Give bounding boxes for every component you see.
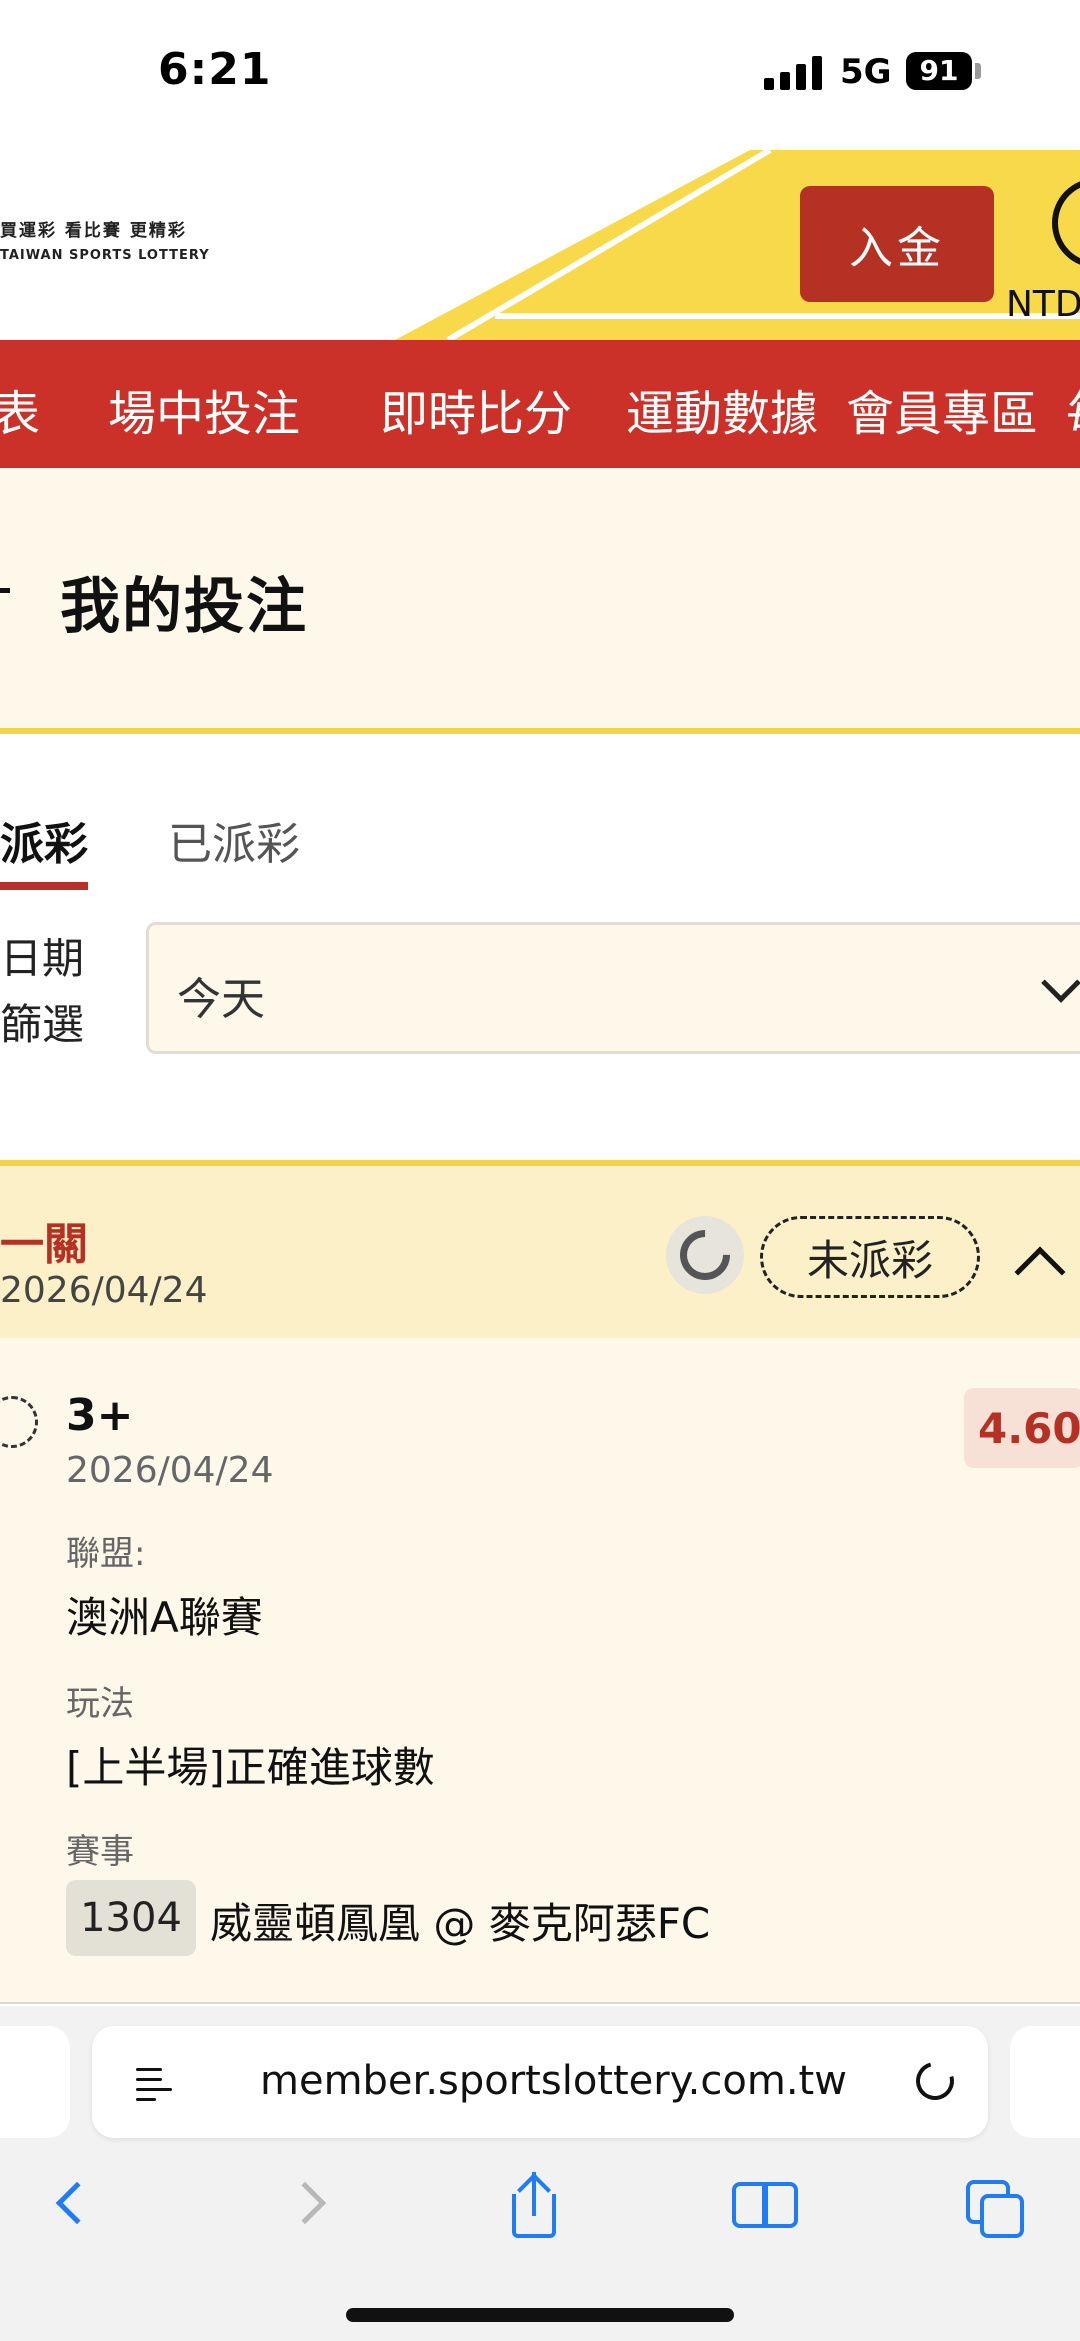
date-filter-select[interactable]: 今天 bbox=[146, 922, 1080, 1054]
chevron-down-icon bbox=[1041, 963, 1080, 1003]
share-button[interactable] bbox=[494, 2172, 574, 2242]
logo-slogan: 買運彩 看比賽 更精彩 bbox=[0, 221, 187, 241]
pick-status-icon bbox=[0, 1396, 38, 1448]
forward-button[interactable] bbox=[276, 2172, 356, 2242]
pick-date: 2026/04/24 bbox=[66, 1450, 274, 1491]
tab-unsettled[interactable]: 派彩 bbox=[0, 808, 88, 872]
bet-card-header[interactable]: 一關 2026/04/24 未派彩 bbox=[0, 1160, 1080, 1338]
cellular-signal-icon bbox=[764, 56, 824, 90]
forward-chevron-icon bbox=[283, 2181, 327, 2225]
bookmarks-icon-right bbox=[764, 2182, 798, 2228]
page-title: 我的投注 bbox=[60, 572, 308, 642]
status-badge: 未派彩 bbox=[760, 1216, 980, 1298]
deposit-button[interactable]: 入金 bbox=[800, 186, 994, 302]
match-id-badge: 1304 bbox=[66, 1880, 196, 1956]
status-bar: 6:21 5G 91 bbox=[0, 0, 1080, 150]
odds-badge: 4.60 bbox=[964, 1388, 1080, 1468]
league-label: 聯盟: bbox=[66, 1534, 146, 1574]
previous-tab-preview[interactable] bbox=[0, 2026, 70, 2138]
bookmarks-button[interactable] bbox=[726, 2172, 806, 2242]
back-icon[interactable] bbox=[0, 588, 10, 593]
status-time: 6:21 bbox=[158, 44, 272, 95]
bet-type: 一關 bbox=[0, 1219, 88, 1270]
network-type: 5G bbox=[840, 52, 892, 92]
market-value: [上半場]正確進球數 bbox=[66, 1743, 435, 1792]
nav-item-live-score[interactable]: 即時比分 bbox=[380, 374, 572, 444]
logo-english: TAIWAN SPORTS LOTTERY bbox=[0, 248, 210, 263]
tab-settled[interactable]: 已派彩 bbox=[168, 808, 300, 872]
back-button[interactable] bbox=[36, 2172, 116, 2242]
bookmarks-icon bbox=[732, 2182, 766, 2228]
bet-date: 2026/04/24 bbox=[0, 1270, 208, 1311]
active-tab-indicator bbox=[0, 882, 88, 890]
browser-toolbar: member.sportslottery.com.tw bbox=[0, 2006, 1080, 2341]
tabs-icon-front bbox=[980, 2194, 1024, 2238]
address-bar[interactable]: member.sportslottery.com.tw bbox=[92, 2026, 988, 2138]
nav-item-live-betting[interactable]: 場中投注 bbox=[108, 374, 300, 444]
pick-selection: 3+ bbox=[66, 1390, 134, 1441]
bet-card-body: 3+ 2026/04/24 4.60 聯盟: 澳洲A聯賽 玩法 [上半場]正確進… bbox=[0, 1338, 1080, 2004]
next-tab-preview[interactable] bbox=[1010, 2026, 1080, 2138]
refresh-button[interactable] bbox=[666, 1216, 744, 1294]
url-text: member.sportslottery.com.tw bbox=[260, 2058, 847, 2104]
site-header: 買運彩 看比賽 更精彩 TAIWAN SPORTS LOTTERY 入金 NTD bbox=[0, 150, 1080, 340]
back-chevron-icon bbox=[55, 2181, 99, 2225]
currency-label: NTD bbox=[1006, 284, 1080, 325]
nav-item-member-area[interactable]: 會員專區 bbox=[846, 374, 1038, 444]
match-name: 威靈頓鳳凰 @ 麥克阿瑟FC bbox=[210, 1899, 711, 1948]
tabs-button[interactable] bbox=[956, 2172, 1036, 2242]
market-label: 玩法 bbox=[66, 1684, 134, 1724]
match-label: 賽事 bbox=[66, 1832, 134, 1872]
league-value: 澳洲A聯賽 bbox=[66, 1593, 263, 1642]
date-filter-label: 日期 篩選 bbox=[0, 926, 84, 1058]
nav-item-more[interactable]: 毎 bbox=[1066, 374, 1080, 444]
date-filter-label-line2: 篩選 bbox=[0, 1000, 85, 1049]
chevron-up-icon[interactable] bbox=[1014, 1246, 1066, 1298]
date-filter-label-line1: 日期 bbox=[0, 934, 85, 983]
nav-item-schedule[interactable]: 表 bbox=[0, 374, 40, 444]
nav-item-sports-data[interactable]: 運動數據 bbox=[626, 374, 818, 444]
battery-tip bbox=[975, 63, 981, 79]
page-title-area: 我的投注 bbox=[0, 468, 1080, 734]
home-indicator[interactable] bbox=[346, 2308, 734, 2322]
date-filter-value: 今天 bbox=[177, 974, 265, 1025]
refresh-icon bbox=[669, 1219, 741, 1291]
battery-icon: 91 bbox=[906, 52, 972, 90]
reload-icon[interactable] bbox=[909, 2055, 961, 2107]
page-menu-icon[interactable] bbox=[136, 2066, 172, 2101]
main-nav: 表 場中投注 即時比分 運動數據 會員專區 毎 bbox=[0, 340, 1080, 468]
